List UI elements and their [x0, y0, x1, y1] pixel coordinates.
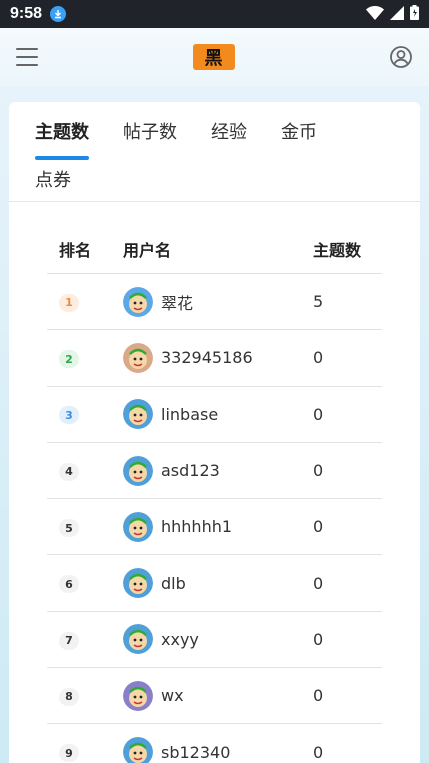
avatar[interactable] [123, 399, 153, 430]
count-cell: 5 [313, 292, 324, 312]
rank-cell: 3 [47, 404, 123, 425]
count-cell: 0 [313, 573, 324, 593]
user-cell[interactable]: linbase [123, 399, 313, 430]
user-cell[interactable]: dlb [123, 568, 313, 599]
table-body: 1 翠花 5 2 332945186 0 3 linbase 0 4 asd123 0 5 hhhhhh1… [47, 274, 382, 763]
avatar[interactable] [123, 286, 153, 317]
count-cell: 0 [313, 348, 324, 368]
table-row[interactable]: 3 linbase 0 [47, 387, 382, 443]
status-bar: 9:58 [0, 0, 429, 28]
rank-badge: 3 [59, 406, 79, 425]
avatar[interactable] [123, 342, 153, 373]
download-icon [50, 6, 67, 22]
count-cell: 0 [313, 517, 324, 537]
site-logo[interactable]: 黑 [192, 44, 235, 70]
user-profile-icon[interactable] [389, 45, 413, 69]
avatar[interactable] [123, 511, 153, 542]
rank-badge: 1 [59, 293, 79, 312]
user-cell[interactable]: sb12340 [123, 737, 313, 763]
avatar[interactable] [123, 455, 153, 486]
rank-badge: 5 [59, 519, 79, 538]
user-cell[interactable]: xxyy [123, 624, 313, 655]
user-cell[interactable]: wx [123, 680, 313, 711]
count-cell: 0 [313, 742, 324, 762]
count-cell: 0 [313, 686, 324, 706]
table-row[interactable]: 7 xxyy 0 [47, 612, 382, 669]
avatar[interactable] [123, 680, 153, 711]
username[interactable]: dlb [161, 574, 186, 593]
username[interactable]: 332945186 [161, 348, 253, 367]
ranking-card: 主题数 帖子数 经验 金币 点券 排名 用户名 主题数 1 翠花 5 2 3329451… [9, 102, 420, 763]
username[interactable]: hhhhhh1 [161, 517, 232, 536]
user-cell[interactable]: 332945186 [123, 342, 313, 373]
table-row[interactable]: 5 hhhhhh1 0 [47, 499, 382, 556]
ranking-table: 排名 用户名 主题数 1 翠花 5 2 332945186 0 3 linbase 0 4 asd1… [47, 224, 382, 763]
table-row[interactable]: 9 sb12340 0 [47, 724, 382, 763]
menu-icon[interactable] [16, 48, 38, 66]
table-row[interactable]: 2 332945186 0 [47, 330, 382, 387]
username[interactable]: 翠花 [161, 290, 193, 314]
header-count: 主题数 [313, 240, 362, 260]
user-cell[interactable]: asd123 [123, 455, 313, 486]
username[interactable]: linbase [161, 405, 218, 424]
tab-posts[interactable]: 帖子数 [123, 102, 177, 160]
rank-badge: 4 [59, 462, 79, 481]
rank-cell: 1 [47, 291, 123, 312]
rank-badge: 9 [59, 744, 79, 763]
app-header: 黑 [0, 28, 429, 86]
ranking-tabs: 主题数 帖子数 经验 金币 点券 [9, 102, 420, 202]
username[interactable]: asd123 [161, 461, 220, 480]
rank-badge: 2 [59, 350, 79, 369]
rank-cell: 8 [47, 685, 123, 706]
rank-cell: 4 [47, 460, 123, 481]
tab-vouchers[interactable]: 点券 [35, 160, 71, 202]
rank-cell: 7 [47, 629, 123, 650]
count-cell: 0 [313, 404, 324, 424]
count-cell: 0 [313, 461, 324, 481]
user-cell[interactable]: hhhhhh1 [123, 511, 313, 542]
header-user: 用户名 [123, 240, 172, 260]
table-row[interactable]: 1 翠花 5 [47, 274, 382, 331]
table-row[interactable]: 4 asd123 0 [47, 443, 382, 500]
tab-experience[interactable]: 经验 [211, 102, 247, 160]
battery-icon [410, 4, 419, 24]
table-row[interactable]: 6 dlb 0 [47, 555, 382, 612]
count-cell: 0 [313, 629, 324, 649]
rank-cell: 6 [47, 573, 123, 594]
tab-coins[interactable]: 金币 [281, 102, 317, 160]
rank-cell: 2 [47, 348, 123, 369]
rank-badge: 6 [59, 575, 79, 594]
wifi-icon [366, 5, 384, 24]
avatar[interactable] [123, 624, 153, 655]
rank-badge: 8 [59, 687, 79, 706]
rank-cell: 9 [47, 742, 123, 763]
avatar[interactable] [123, 568, 153, 599]
signal-icon [390, 5, 404, 24]
table-row[interactable]: 8 wx 0 [47, 668, 382, 725]
table-header: 排名 用户名 主题数 [47, 224, 382, 274]
user-cell[interactable]: 翠花 [123, 286, 313, 317]
header-rank: 排名 [59, 240, 92, 260]
rank-badge: 7 [59, 631, 79, 650]
username[interactable]: wx [161, 686, 184, 705]
username[interactable]: sb12340 [161, 743, 230, 762]
tab-topics[interactable]: 主题数 [35, 102, 89, 160]
rank-cell: 5 [47, 517, 123, 538]
username[interactable]: xxyy [161, 630, 199, 649]
status-time: 9:58 [10, 5, 43, 22]
avatar[interactable] [123, 737, 153, 763]
